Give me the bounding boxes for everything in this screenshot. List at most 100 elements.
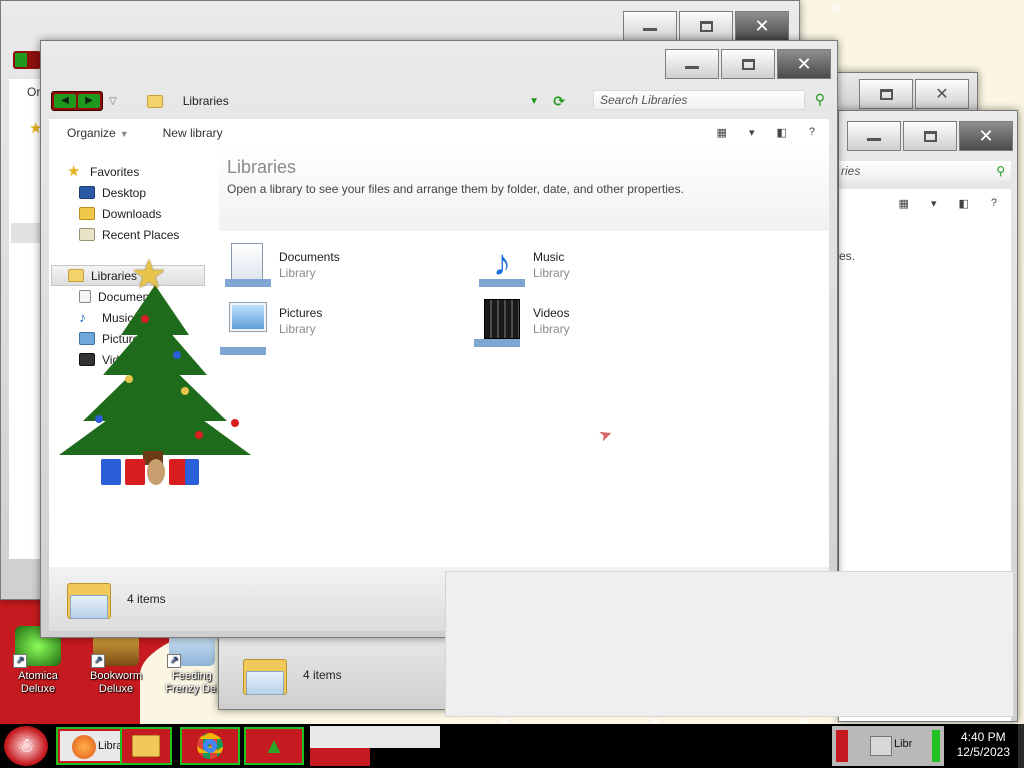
clock-date: 12/5/2023: [956, 745, 1010, 759]
forward-button[interactable]: ▶: [78, 94, 100, 108]
chrome-icon: [197, 733, 223, 759]
tree-layer: [59, 385, 251, 455]
nav-label: Recent Places: [102, 227, 180, 242]
taskbar-button-explorer[interactable]: [120, 727, 172, 765]
library-item-videos[interactable]: Videos Library: [479, 299, 570, 343]
show-desktop-button[interactable]: [1018, 724, 1024, 768]
minimize-button[interactable]: [847, 121, 901, 151]
caption-buttons: ✕: [623, 11, 789, 41]
search-input[interactable]: Search Libraries: [593, 90, 805, 110]
taskbar-red-strip: [310, 748, 370, 766]
view-controls: ▦ ▾ ◧ ?: [717, 126, 815, 139]
library-name: Videos: [533, 306, 570, 320]
taskbar-button-christmas-tree[interactable]: ▲: [244, 727, 304, 765]
nav-favorites[interactable]: ★ Favorites: [49, 161, 209, 182]
desktop-icon-bookworm[interactable]: ↗ Bookworm Deluxe: [80, 634, 152, 696]
library-name: Pictures: [279, 306, 323, 320]
caption-buttons: ✕: [847, 121, 1013, 151]
status-item-count: 4 items: [127, 592, 166, 606]
maximize-button[interactable]: [721, 49, 775, 79]
refresh-icon[interactable]: ⟳: [553, 93, 565, 110]
mouse-cursor-icon: ➤: [596, 425, 616, 446]
tray-window-icon[interactable]: [870, 736, 892, 756]
address-breadcrumb[interactable]: Libraries: [183, 94, 229, 108]
preview-pane-icon[interactable]: ◧: [776, 126, 786, 139]
status-item-count: 4 items: [303, 668, 342, 682]
tray-flag-icon: [836, 730, 848, 762]
desktop-icon-label: Atomica Deluxe: [18, 670, 58, 695]
organize-label: Organize: [67, 126, 116, 140]
search-icon[interactable]: ⚲: [996, 161, 1005, 181]
maximize-button[interactable]: [859, 79, 913, 109]
shortcut-arrow-icon: ↗: [91, 654, 105, 668]
library-name: Music: [533, 250, 565, 264]
maximize-button[interactable]: [903, 121, 957, 151]
navigation-buttons: ◀ ▶: [51, 91, 103, 111]
page-subtitle: Open a library to see your files and arr…: [227, 182, 684, 196]
content-header-partial: ▦ ▾ ◧ ? es.: [839, 189, 1011, 273]
library-type: Library: [533, 266, 570, 280]
caption-buttons: ✕: [859, 79, 969, 109]
close-button[interactable]: ✕: [915, 79, 969, 109]
recent-pages-dropdown-icon[interactable]: ▽: [109, 96, 117, 107]
taskbar-label: Libra: [98, 740, 123, 752]
recent-places-icon: [79, 228, 95, 241]
view-options-icon[interactable]: ▦: [717, 126, 727, 139]
gift-icon: [101, 459, 121, 485]
view-options-icon[interactable]: ▦: [899, 197, 909, 210]
close-button[interactable]: ✕: [777, 49, 831, 79]
explorer-icon: [132, 735, 160, 757]
view-dropdown-icon[interactable]: ▾: [931, 197, 937, 210]
view-dropdown-icon[interactable]: ▾: [749, 126, 755, 139]
back-button[interactable]: [13, 51, 41, 69]
system-clock[interactable]: 4:40 PM 12/5/2023: [957, 730, 1010, 760]
maximize-icon: [699, 20, 713, 32]
picture-frame-strip: [831, 72, 978, 73]
close-button[interactable]: ✕: [959, 121, 1013, 151]
taskbar: ☃ Libra ▲ Libr 4:40 PM 12/5/2023: [0, 724, 1024, 768]
maximize-button[interactable]: [679, 11, 733, 41]
nav-label: Desktop: [102, 185, 147, 200]
maximize-icon: [741, 58, 755, 70]
help-button[interactable]: ?: [809, 126, 815, 139]
new-library-button[interactable]: New library: [163, 126, 223, 140]
minimize-button[interactable]: [623, 11, 677, 41]
libraries-folder-icon: [146, 94, 163, 108]
minimize-button[interactable]: [665, 49, 719, 79]
preview-pane-icon[interactable]: ◧: [958, 197, 968, 210]
library-item-music[interactable]: ♪ Music Library: [479, 243, 570, 287]
nav-item-downloads[interactable]: Downloads: [49, 203, 209, 224]
start-button[interactable]: ☃: [4, 726, 48, 766]
nav-item-recent-places[interactable]: Recent Places: [49, 224, 209, 245]
close-button[interactable]: ✕: [735, 11, 789, 41]
firefox-icon: [72, 735, 96, 759]
minimize-icon: [643, 27, 657, 31]
explorer-window-back-right-upper[interactable]: ✕: [830, 72, 978, 112]
library-type: Library: [279, 266, 316, 280]
blank-overlay-panel: [445, 571, 1014, 717]
command-bar: Organize ▼ New library ▦ ▾ ◧ ?: [49, 119, 829, 147]
explorer-window-back-bottom[interactable]: 4 items: [218, 630, 458, 710]
page-title: Libraries: [227, 157, 297, 177]
tray-label: Libr: [894, 738, 913, 750]
tree-star-icon: ★: [131, 253, 167, 297]
close-icon: ✕: [796, 53, 812, 74]
organize-menu[interactable]: Organize ▼: [67, 126, 129, 140]
close-icon: ✕: [978, 125, 994, 146]
feeding-frenzy-icon: ↗: [167, 634, 215, 668]
taskbar-button-chrome[interactable]: [180, 727, 240, 765]
nav-item-desktop[interactable]: Desktop: [49, 182, 209, 203]
close-icon: ✕: [935, 86, 949, 103]
organize-menu-partial[interactable]: Or: [27, 85, 40, 99]
ornament-icon: [195, 431, 203, 439]
search-icon[interactable]: ⚲: [815, 91, 825, 108]
christmas-tree-gadget[interactable]: ★: [55, 255, 255, 495]
view-controls: ▦ ▾ ◧ ?: [899, 197, 997, 210]
nav-label: Favorites: [90, 164, 140, 179]
search-input[interactable]: ries ⚲: [839, 161, 1011, 181]
back-button[interactable]: ◀: [54, 94, 76, 108]
ornament-icon: [173, 351, 181, 359]
downloads-icon: [79, 207, 95, 220]
help-icon[interactable]: ?: [991, 197, 997, 210]
address-dropdown-icon[interactable]: ▼: [529, 96, 539, 107]
